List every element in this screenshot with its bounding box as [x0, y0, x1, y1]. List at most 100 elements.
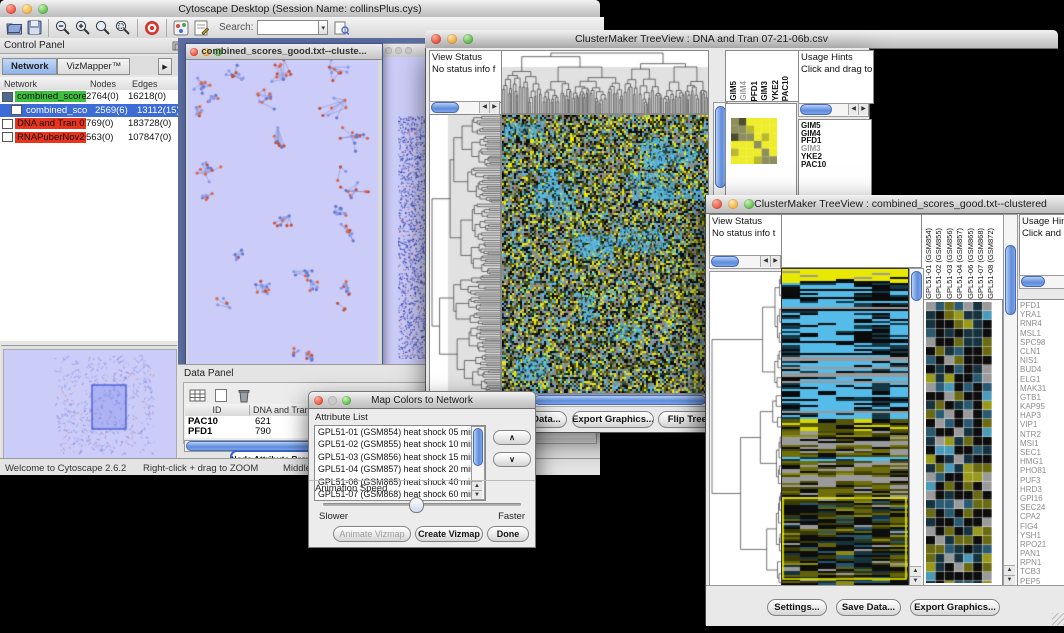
matrix-col-label[interactable]: GIM3 [761, 81, 769, 101]
animate-vizmap-button[interactable]: Animate Vizmap [333, 526, 411, 542]
gene-label[interactable]: MSL1 [1018, 329, 1064, 338]
gene-label[interactable]: VIP1 [1018, 420, 1064, 429]
help-lifesaver-icon[interactable] [142, 18, 162, 38]
gene-label[interactable]: ELG1 [1018, 375, 1064, 384]
network-table-row[interactable]: RNAPuberNov2+ 563(0) 107847(0) [0, 131, 178, 145]
export-graphics-button[interactable]: Export Graphics... [910, 599, 1000, 616]
scroll-right-icon[interactable]: ▶ [770, 256, 780, 267]
gene-label[interactable]: CLN1 [1018, 347, 1064, 356]
gene-label[interactable]: BUD4 [1018, 365, 1064, 374]
gene-label[interactable]: HMG1 [1018, 457, 1064, 466]
scroll-down-icon[interactable]: ▼ [1004, 575, 1015, 585]
gene-label[interactable]: PHO81 [1018, 466, 1064, 475]
gene-label[interactable]: GPI16 [1018, 494, 1064, 503]
treeview1-row-dendrogram[interactable] [429, 114, 501, 394]
treeview2-usage-hscrollbar[interactable] [1019, 275, 1064, 289]
gene-label[interactable]: RNR4 [1018, 319, 1064, 328]
array-column-label[interactable]: GPL51-04 (GSM857) [956, 228, 964, 299]
gene-label[interactable]: RPO21 [1018, 540, 1064, 549]
treeview1-titlebar[interactable]: ClusterMaker TreeView : DNA and Tran 07-… [425, 30, 1058, 49]
treeview2-column-tree-area[interactable] [781, 214, 922, 268]
treeview1-usage-hscrollbar[interactable]: ◀ ▶ [798, 103, 869, 117]
gene-label[interactable]: MAK31 [1018, 384, 1064, 393]
search-dropdown-icon[interactable]: ▾ [319, 20, 328, 35]
gene-label[interactable]: SEC24 [1018, 503, 1064, 512]
scroll-up-icon[interactable]: ▲ [1004, 565, 1015, 575]
scroll-right-icon[interactable]: ▶ [489, 102, 499, 113]
open-file-icon[interactable] [4, 18, 24, 38]
gene-label[interactable]: GTB1 [1018, 393, 1064, 402]
gene-label[interactable]: YSH1 [1018, 531, 1064, 540]
attribute-list-scrollbar[interactable]: ▲ ▼ [471, 426, 485, 500]
gene-label[interactable]: TCB3 [1018, 567, 1064, 576]
array-column-label[interactable]: GPL51-08 (GSM872) [987, 228, 995, 299]
background-window-titlebar[interactable] [382, 44, 429, 57]
gene-label[interactable]: HRD3 [1018, 485, 1064, 494]
treeview1-heatmap[interactable] [501, 114, 709, 394]
save-icon[interactable] [24, 18, 44, 38]
matrix-row-label[interactable]: PAC10 [801, 161, 871, 169]
minimize-icon[interactable] [395, 47, 402, 54]
attribute-list-item[interactable]: GPL51-02 (GSM855) heat shock 10 min [315, 438, 485, 450]
gene-label[interactable]: FIG4 [1018, 522, 1064, 531]
gene-label[interactable]: RPN1 [1018, 558, 1064, 567]
resize-grip[interactable] [1052, 613, 1064, 625]
close-icon[interactable] [385, 47, 392, 54]
attribute-list-item[interactable]: GPL51-03 (GSM856) heat shock 15 min [315, 451, 485, 463]
matrix-col-label[interactable]: PFD1 [751, 81, 759, 101]
close-icon[interactable] [712, 199, 722, 209]
gene-label[interactable]: YRA1 [1018, 310, 1064, 319]
treeview2-status-hscrollbar[interactable]: ◀ ▶ [709, 255, 781, 269]
zoom-window-icon[interactable] [405, 47, 412, 54]
network-view-titlebar[interactable]: combined_scores_good.txt--cluste... [186, 44, 382, 60]
save-data-button[interactable]: Save Data... [836, 599, 901, 616]
treeview1-status-hscrollbar[interactable]: ◀ ▶ [429, 101, 500, 115]
gene-label[interactable]: MSI1 [1018, 439, 1064, 448]
gene-label[interactable]: PAN1 [1018, 549, 1064, 558]
treeview2-detail-vscrollbar[interactable]: ▲ ▼ [1003, 214, 1018, 586]
array-column-label[interactable]: GPL51-06 (GSM865) [967, 228, 975, 299]
treeview2-row-dendrogram[interactable] [709, 271, 782, 587]
zoom-in-icon[interactable] [73, 18, 93, 38]
treeview2-main-vscrollbar[interactable]: ▲ ▼ [909, 268, 924, 587]
matrix-col-label[interactable]: PAC10 [782, 76, 790, 101]
attribute-list-item[interactable]: GPL51-01 (GSM854) heat shock 05 min [315, 426, 485, 438]
gene-label[interactable]: CPA2 [1018, 512, 1064, 521]
scroll-down-icon[interactable]: ▼ [472, 490, 482, 499]
scroll-up-icon[interactable]: ▲ [472, 481, 482, 490]
gene-label[interactable]: NIS1 [1018, 356, 1064, 365]
gene-label[interactable]: KAP95 [1018, 402, 1064, 411]
network-table-row[interactable]: combined_sco 2569(6) 13112(15) [0, 104, 178, 118]
scroll-left-icon[interactable]: ◀ [479, 102, 489, 113]
zoom-fit-icon[interactable] [93, 18, 113, 38]
gene-label[interactable]: NTR2 [1018, 430, 1064, 439]
search-input[interactable] [257, 20, 319, 35]
matrix-col-label[interactable]: GIM4 [740, 81, 748, 101]
gene-label[interactable]: PUF3 [1018, 476, 1064, 485]
slider-thumb[interactable] [409, 497, 424, 513]
gene-label[interactable]: HAP3 [1018, 411, 1064, 420]
settings-button[interactable]: Settings... [767, 599, 827, 616]
attribute-list-item[interactable]: GPL51-04 (GSM857) heat shock 20 min [315, 463, 485, 475]
array-column-label[interactable]: GPL51-07 (GSM868) [977, 228, 985, 299]
matrix-col-label[interactable]: GIM5 [730, 81, 738, 101]
done-button[interactable]: Done [487, 526, 529, 542]
dialog-titlebar[interactable]: Map Colors to Network [309, 392, 535, 409]
correlation-matrix-canvas[interactable] [731, 118, 777, 164]
treeview2-detail-heatmap[interactable] [926, 302, 992, 583]
array-column-label[interactable]: GPL51-02 (GSM855) [935, 228, 943, 299]
export-graphics-button[interactable]: Export Graphics... [572, 411, 654, 428]
control-panel-tab[interactable]: Network [2, 58, 57, 75]
zoom-selected-icon[interactable] [113, 18, 133, 38]
tab-overflow-button[interactable]: ▶ [158, 58, 172, 75]
scroll-left-icon[interactable]: ◀ [760, 256, 770, 267]
network-table-row[interactable]: combined_scores 2764(0) 16218(0) [0, 90, 178, 104]
cytoscape-titlebar[interactable]: Cytoscape Desktop (Session Name: collins… [0, 0, 600, 18]
matrix-col-label[interactable]: YKE2 [772, 80, 780, 101]
network-table-row[interactable]: DNA and Tran 07 769(0) 183728(0) [0, 117, 178, 131]
gene-label[interactable]: SPC98 [1018, 338, 1064, 347]
array-column-label[interactable]: GPL51-03 (GSM856) [946, 228, 954, 299]
birdseye-panel[interactable] [1, 345, 177, 462]
move-down-button[interactable]: ∨ [493, 452, 531, 467]
birdseye-canvas[interactable] [3, 349, 177, 461]
